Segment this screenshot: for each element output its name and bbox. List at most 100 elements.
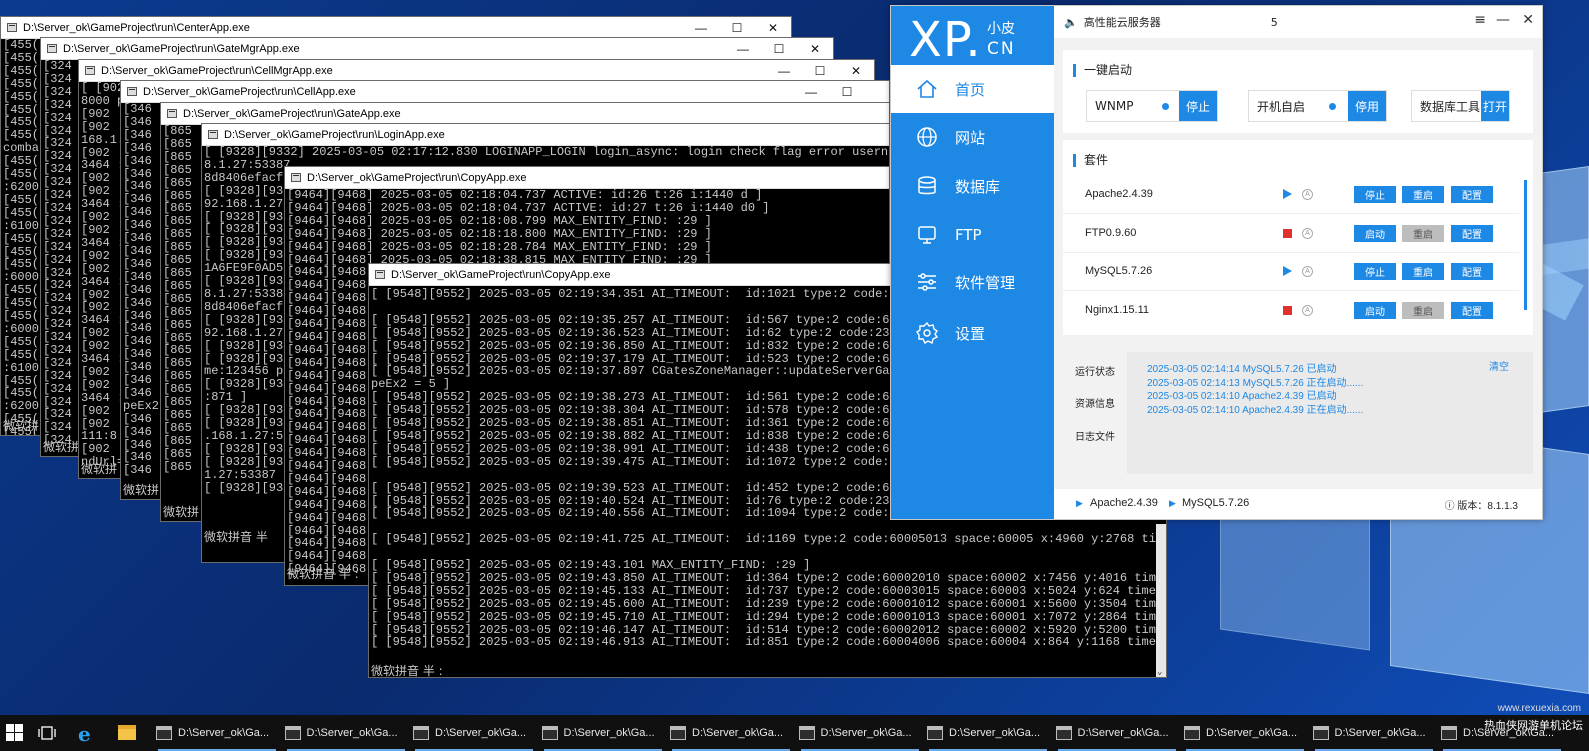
- ftp-config-button[interactable]: 配置: [1451, 225, 1493, 242]
- maximize-button[interactable]: ☐: [719, 17, 755, 39]
- start-button[interactable]: [6, 724, 24, 742]
- apache-restart-button[interactable]: 重启: [1402, 186, 1444, 203]
- taskbar-console-item[interactable]: D:\Server_ok\Ga...: [927, 715, 1049, 751]
- mysql-stop-button[interactable]: 停止: [1354, 263, 1396, 280]
- nav-database[interactable]: 数据库: [891, 162, 1054, 210]
- close-button[interactable]: ✕: [755, 17, 791, 39]
- console-line: [ [9548][9552] 2025-03-05 02:19:41.725 A…: [371, 532, 1167, 547]
- mysql-restart-button[interactable]: 重启: [1402, 263, 1444, 280]
- suite-name: FTP0.9.60: [1085, 227, 1137, 239]
- info-icon[interactable]: A: [1302, 305, 1313, 316]
- sliders-icon: [915, 270, 939, 294]
- quick-start-dbtool: 数据库工具 打开: [1411, 90, 1510, 122]
- console-icon: [167, 109, 177, 118]
- log-line: 2025-03-05 02:14:10 Apache2.4.39 已启动: [1147, 391, 1337, 402]
- ime-indicator: 微软拼音 半 :: [287, 567, 359, 581]
- file-explorer-icon[interactable]: [118, 725, 136, 740]
- watermark-text: 热血侠网游单机论坛: [1484, 719, 1583, 732]
- taskbar-console-item[interactable]: D:\Server_ok\Ga...: [1184, 715, 1306, 751]
- ftp-restart-button[interactable]: 重启: [1402, 225, 1444, 242]
- maximize-button[interactable]: ☐: [761, 38, 797, 60]
- nav-label: FTP: [955, 226, 982, 244]
- ime-indicator: 微软拼音 半 :: [371, 664, 443, 678]
- close-button[interactable]: ✕: [797, 38, 833, 60]
- suite-scrollbar[interactable]: [1524, 180, 1527, 310]
- clear-log-button[interactable]: 清空: [1489, 358, 1509, 373]
- taskbar: e D:\Server_ok\Ga... D:\Server_ok\Ga... D:…: [0, 703, 1589, 751]
- nginx-config-button[interactable]: 配置: [1451, 302, 1493, 319]
- window-titlebar[interactable]: D:\Server_ok\GameProject\run\LoginApp.ex…: [202, 124, 889, 146]
- minimize-button[interactable]: —: [725, 38, 761, 60]
- maximize-button[interactable]: ☐: [829, 81, 865, 103]
- apache-stop-button[interactable]: 停止: [1354, 186, 1396, 203]
- minimize-button[interactable]: —: [793, 81, 829, 103]
- ie-icon[interactable]: e: [78, 722, 98, 746]
- window-titlebar[interactable]: D:\Server_ok\GameProject\run\CenterApp.e…: [1, 17, 791, 39]
- nav-software[interactable]: 软件管理: [891, 258, 1054, 306]
- info-icon[interactable]: A: [1302, 266, 1313, 277]
- scrollbar[interactable]: ⌄: [1156, 524, 1166, 677]
- nav-website[interactable]: 网站: [891, 113, 1054, 161]
- status-dot: [1162, 102, 1169, 110]
- ftp-start-button[interactable]: 启动: [1354, 225, 1396, 242]
- taskbar-console-item[interactable]: D:\Server_ok\Ga...: [1055, 715, 1178, 751]
- taskbar-console-item[interactable]: D:\Server_ok\Ga...: [541, 715, 664, 751]
- window-titlebar[interactable]: D:\Server_ok\GameProject\run\GateApp.exe: [161, 103, 889, 125]
- close-button[interactable]: ✕: [838, 60, 874, 82]
- taskbar-console-item[interactable]: D:\Server_ok\Ga...: [413, 715, 535, 751]
- nav-home[interactable]: 首页: [891, 65, 1054, 113]
- info-icon: ⓘ: [1444, 501, 1458, 512]
- task-view-icon[interactable]: [38, 725, 56, 741]
- nginx-restart-button[interactable]: 重启: [1402, 302, 1444, 319]
- console-line: [ [9328][9332] 2025-03-05 02:17:12.830 L…: [204, 145, 890, 159]
- globe-icon: [915, 125, 939, 149]
- mysql-config-button[interactable]: 配置: [1451, 263, 1493, 280]
- taskbar-console-item[interactable]: D:\Server_ok\Ga...: [670, 715, 792, 751]
- console-icon: [798, 726, 815, 740]
- window-title: D:\Server_ok\GameProject\run\CopyApp.exe: [307, 171, 527, 184]
- taskbar-console-item[interactable]: D:\Server_ok\Ga...: [1312, 715, 1435, 751]
- tab-log-files[interactable]: 日志文件: [1075, 428, 1115, 443]
- wnmp-stop-button[interactable]: 停止: [1179, 91, 1217, 121]
- taskbar-item-label: D:\Server_ok\Ga...: [820, 727, 912, 739]
- taskbar-console-item[interactable]: D:\Server_ok\Ga...: [284, 715, 407, 751]
- xp-titlebar[interactable]: 🔈 高性能云服务器 5 ≡ — ✕: [1054, 6, 1542, 38]
- close-button[interactable]: ✕: [1522, 12, 1534, 28]
- window-titlebar[interactable]: D:\Server_ok\GameProject\run\CellMgrApp.…: [79, 60, 874, 82]
- footer-service: Apache2.4.39: [1090, 497, 1158, 509]
- xp-footer: ▶ Apache2.4.39 ▶ MySQL5.7.26 ⓘ 版本：8.1.1.…: [1054, 489, 1542, 519]
- minimize-button[interactable]: —: [683, 17, 719, 39]
- nav-settings[interactable]: 设置: [891, 309, 1054, 357]
- tab-resource-info[interactable]: 资源信息: [1075, 395, 1115, 410]
- window-titlebar[interactable]: D:\Server_ok\GameProject\run\CopyApp.exe: [285, 167, 889, 189]
- dbtool-open-button[interactable]: 打开: [1481, 91, 1509, 121]
- nav-ftp[interactable]: FTP: [891, 211, 1054, 259]
- scroll-down-icon[interactable]: ⌄: [1157, 667, 1162, 677]
- console-icon: [375, 270, 385, 279]
- window-titlebar[interactable]: D:\Server_ok\GameProject\run\GateMgrApp.…: [41, 38, 833, 60]
- taskbar-item-label: D:\Server_ok\Ga...: [563, 727, 655, 739]
- quick-start-label: 开机自启: [1257, 99, 1306, 114]
- menu-icon[interactable]: ≡: [1474, 12, 1486, 28]
- minimize-button[interactable]: —: [1496, 12, 1510, 28]
- console-icon: [1055, 726, 1072, 740]
- taskbar-item-label: D:\Server_ok\Ga...: [435, 727, 527, 739]
- console-icon: [7, 23, 17, 32]
- window-titlebar[interactable]: D:\Server_ok\GameProject\run\CellApp.exe…: [121, 81, 889, 103]
- taskbar-console-item[interactable]: D:\Server_ok\Ga...: [156, 715, 278, 751]
- xp-main: 🔈 高性能云服务器 5 ≡ — ✕ 一键启动 WNMP 停止 开机自启 停用 数…: [1054, 6, 1542, 519]
- maximize-button[interactable]: ☐: [802, 60, 838, 82]
- quick-start-card: 一键启动 WNMP 停止 开机自启 停用 数据库工具 打开: [1063, 50, 1533, 133]
- apache-config-button[interactable]: 配置: [1451, 186, 1493, 203]
- xp-panel-window[interactable]: XP. 小皮 CN 首页 网站 数据库 FTP 软件管理 设置 🔈 高性能云服务…: [890, 5, 1543, 520]
- minimize-button[interactable]: —: [766, 60, 802, 82]
- autostart-disable-button[interactable]: 停用: [1348, 91, 1386, 121]
- info-icon[interactable]: A: [1302, 189, 1313, 200]
- log-card: 运行状态 资源信息 日志文件 2025-03-05 02:14:14 MySQL…: [1063, 346, 1533, 484]
- tab-run-status[interactable]: 运行状态: [1075, 363, 1115, 378]
- taskbar-console-item[interactable]: D:\Server_ok\Ga...: [798, 715, 921, 751]
- xp-logo: XP.: [909, 12, 982, 68]
- info-icon[interactable]: A: [1302, 228, 1313, 239]
- nginx-start-button[interactable]: 启动: [1354, 302, 1396, 319]
- running-icon: ▶: [1076, 498, 1083, 508]
